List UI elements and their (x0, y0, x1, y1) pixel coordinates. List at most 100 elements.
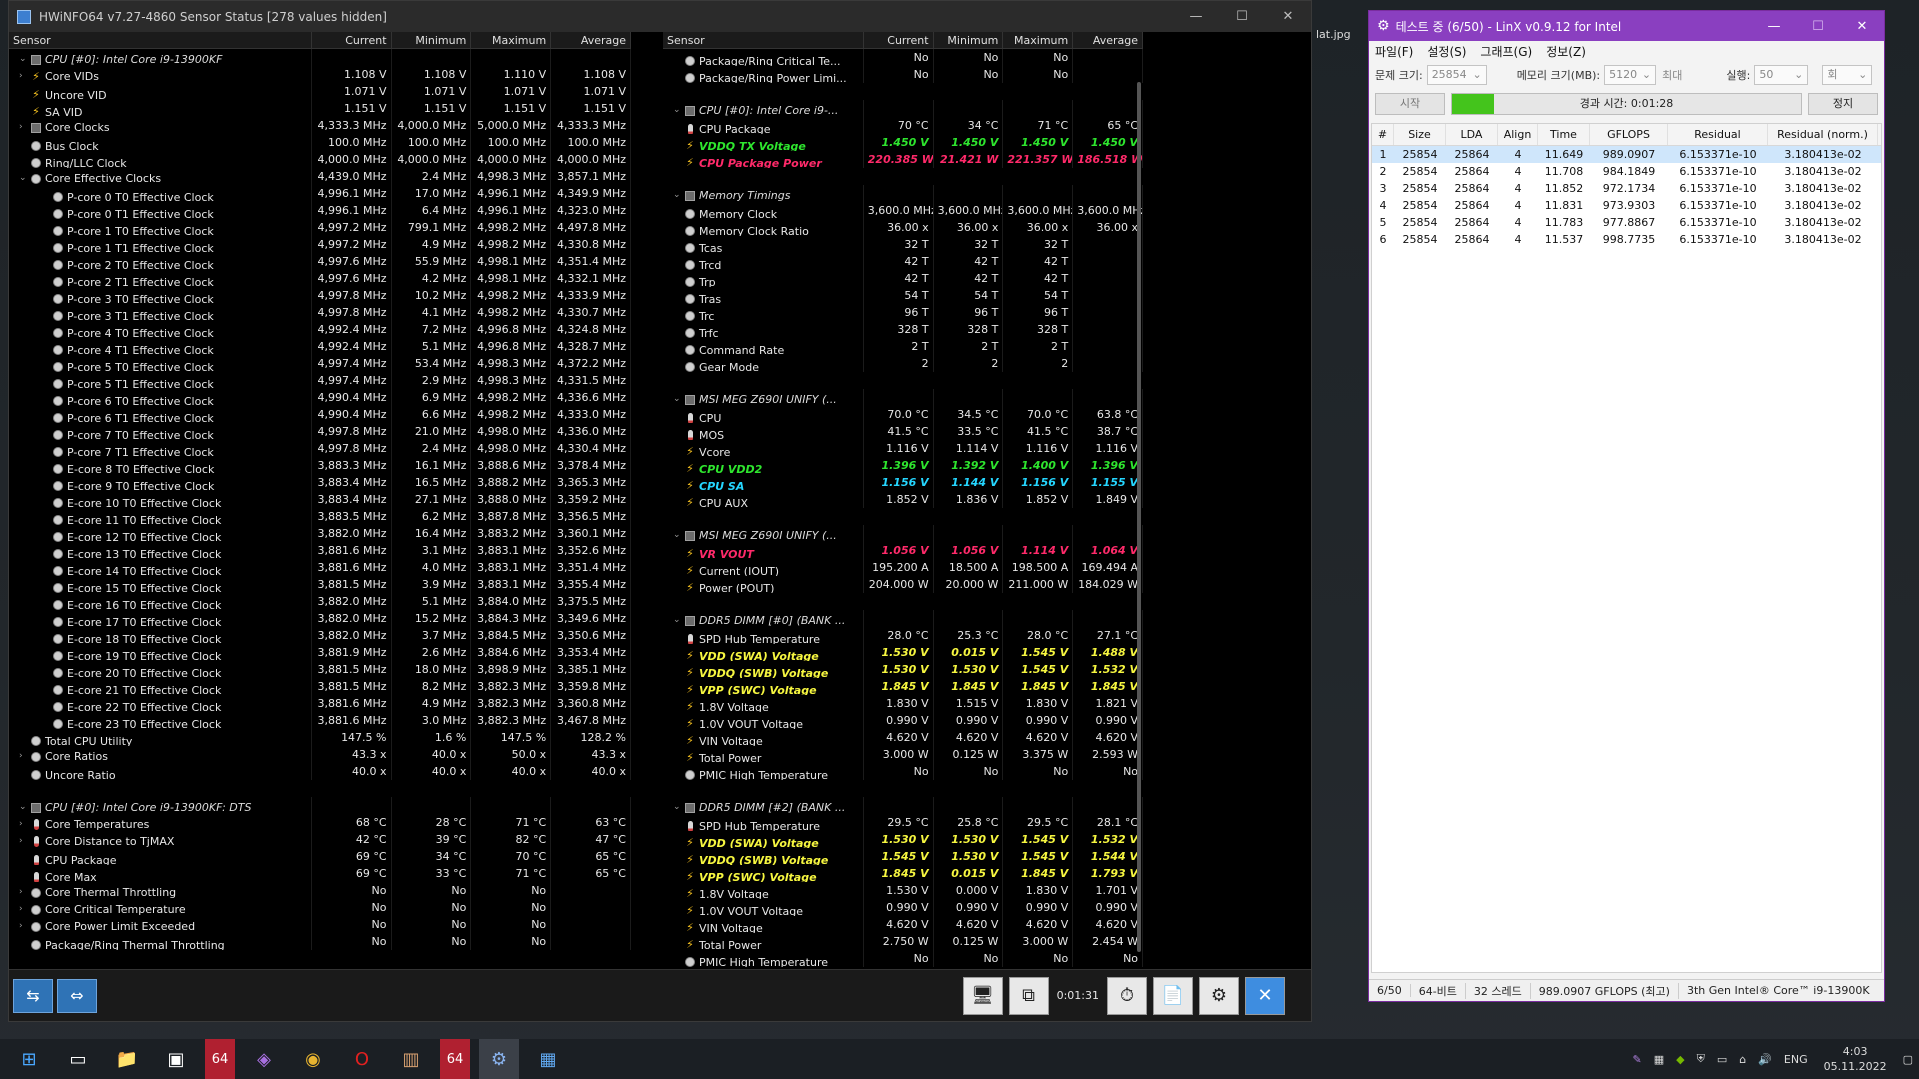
sensor-row[interactable]: P-core 2 T1 Effective Clock 4,997.6 MHz 4.… (9, 270, 631, 287)
linx-taskbar-icon[interactable]: ⚙ (479, 1039, 519, 1079)
sensor-row[interactable]: P-core 7 T0 Effective Clock 4,997.8 MHz 21… (9, 423, 631, 440)
sensor-row[interactable]: Command Rate 2 T2 T2 T (663, 338, 1143, 355)
sensor-row[interactable]: Package/Ring Thermal Throttling No No No (9, 933, 631, 950)
sensor-row[interactable]: P-core 5 T0 Effective Clock 4,997.4 MHz 53… (9, 355, 631, 372)
results-row[interactable]: 4 25854 25864 4 11.831 973.9303 6.153371e-10 3.… (1372, 197, 1881, 214)
col-index[interactable]: # (1372, 124, 1394, 145)
sensor-row[interactable]: › Core Critical Temperature No No No (9, 899, 631, 916)
results-row[interactable]: 5 25854 25864 4 11.783 977.8867 6.153371e-10 3.… (1372, 214, 1881, 231)
sensor-row[interactable]: Memory Clock 3,600.0 MHz 3,600.0 MHz 3,600.… (663, 202, 1143, 219)
menu-file[interactable]: 파일(F) (1375, 43, 1413, 60)
col-minimum[interactable]: Minimum (934, 32, 1004, 48)
sensor-row[interactable]: E-core 16 T0 Effective Clock 3,882.0 MHz 5… (9, 593, 631, 610)
sensor-row[interactable]: ⚡ Current (IOUT) 195.200 A 18.500 A 198.500 … (663, 559, 1143, 576)
sensor-row[interactable]: Trc 96 T 96 T 96 T (663, 304, 1143, 321)
network-icon[interactable]: 🖥 (962, 976, 1003, 1015)
results-row[interactable]: 3 25854 25864 4 11.852 972.1734 6.153371e-10 3.… (1372, 180, 1881, 197)
close-sensors-icon[interactable]: ✕ (1245, 976, 1285, 1015)
menu-info[interactable]: 정보(Z) (1546, 43, 1586, 60)
sensor-row[interactable]: CPU 70.0 °C 34.5 °C 70.0 °C 63.8 °C (663, 406, 1143, 423)
tool-app-icon[interactable]: ▥ (391, 1039, 431, 1079)
sensor-row[interactable]: Uncore Ratio 40.0 x 40.0 x 40.0 x 40.0 x (9, 763, 631, 780)
sensor-pane-right[interactable]: Sensor Current Minimum Maximum Average P… (663, 32, 1143, 968)
clock[interactable]: 4:03 05.11.2022 (1824, 1044, 1887, 1074)
sensor-row[interactable]: › ⚡ Core VIDs 1.108 V 1.108 V 1.110 V 1.108 V (9, 66, 631, 83)
collapse-chevron-icon[interactable]: ⌄ (673, 187, 685, 202)
collapse-chevron-icon[interactable]: ⌄ (673, 527, 685, 542)
sensor-row[interactable]: CPU Package 70 °C 34 °C 71 °C 65 °C (663, 117, 1143, 134)
sensor-row[interactable]: ⚡ VIN Voltage 4.620 V 4.620 V 4.620 V 4.620 V (663, 916, 1143, 933)
sensor-row[interactable]: ⚡ VDDQ TX Voltage 1.450 V 1.450 V 1.450 V 1.4… (663, 134, 1143, 151)
sensor-row[interactable]: ⚡ VDDQ (SWB) Voltage 1.530 V 1.530 V 1.545 V… (663, 661, 1143, 678)
col-lda[interactable]: LDA (1446, 124, 1498, 145)
col-time[interactable]: Time (1538, 124, 1590, 145)
results-row[interactable]: 6 25854 25864 4 11.537 998.7735 6.153371e-10 3.… (1372, 231, 1881, 248)
expand-chevron-icon[interactable]: › (19, 68, 31, 83)
sensor-row[interactable]: ⚡ Uncore VID 1.071 V 1.071 V 1.071 V 1.071 V (9, 83, 631, 100)
collapse-chevron-icon[interactable]: ⌄ (673, 391, 685, 406)
chrome-icon[interactable]: ◉ (293, 1039, 333, 1079)
sensor-row[interactable]: › Core Distance to TjMAX 42 °C 39 °C 82 °C 47… (9, 831, 631, 848)
sensor-group-row[interactable]: ⌄ MSI MEG Z690I UNIFY (... (663, 525, 1143, 542)
sensor-row[interactable]: E-core 8 T0 Effective Clock 3,883.3 MHz 16… (9, 457, 631, 474)
sensor-row[interactable]: Gear Mode 2 2 2 (663, 355, 1143, 372)
sensor-row[interactable]: › Core Clocks 4,333.3 MHz 4,000.0 MHz 5,000.… (9, 117, 631, 134)
linx-minimize-button[interactable]: — (1752, 11, 1796, 42)
sensor-row[interactable]: P-core 2 T0 Effective Clock 4,997.6 MHz 55… (9, 253, 631, 270)
sensor-row[interactable]: ⚡ VIN Voltage 4.620 V 4.620 V 4.620 V 4.620 V (663, 729, 1143, 746)
sensor-row[interactable]: Core Max 69 °C 33 °C 71 °C 65 °C (9, 865, 631, 882)
sensor-row[interactable]: ⚡ 1.8V Voltage 1.830 V 1.515 V 1.830 V 1.821 … (663, 695, 1143, 712)
col-current[interactable]: Current (312, 32, 392, 48)
sensor-row[interactable]: SPD Hub Temperature 29.5 °C 25.8 °C 29.5 °C… (663, 814, 1143, 831)
memory-select[interactable]: 5120 ⌄ (1604, 65, 1657, 85)
col-residual[interactable]: Residual (1668, 124, 1768, 145)
start-icon[interactable]: ⊞ (9, 1039, 49, 1079)
collapse-chevron-icon[interactable]: ⌄ (19, 799, 31, 814)
desktop-file[interactable]: lat.jpg (1316, 28, 1351, 41)
sensor-row[interactable]: ⚡ CPU Package Power 220.385 W 21.421 W 221.3… (663, 151, 1143, 168)
sensor-row[interactable]: Tras 54 T 54 T 54 T (663, 287, 1143, 304)
display-icon[interactable]: ▭ (1717, 1053, 1727, 1066)
sensor-row[interactable]: E-core 17 T0 Effective Clock 3,882.0 MHz 1… (9, 610, 631, 627)
expand-chevron-icon[interactable]: › (19, 119, 31, 134)
sensor-row[interactable]: ⌄ Core Effective Clocks 4,439.0 MHz 2.4 MHz… (9, 168, 631, 185)
expand-chevron-icon[interactable]: › (19, 816, 31, 831)
sensor-row[interactable]: Tcas 32 T 32 T 32 T (663, 236, 1143, 253)
sensor-row[interactable]: ⚡ 1.0V VOUT Voltage 0.990 V 0.990 V 0.990 V0… (663, 712, 1143, 729)
sensor-group-row[interactable]: ⌄ DDR5 DIMM [#2] (BANK ... (663, 797, 1143, 814)
sensor-row[interactable]: ⚡ VR VOUT 1.056 V 1.056 V 1.114 V 1.064 V (663, 542, 1143, 559)
sensor-row[interactable]: Trp 42 T 42 T 42 T (663, 270, 1143, 287)
monitor-app-icon[interactable]: ▣ (156, 1039, 196, 1079)
sensor-row[interactable]: E-core 18 T0 Effective Clock 3,882.0 MHz 3… (9, 627, 631, 644)
sensor-group-row[interactable]: ⌄ CPU [#0]: Intel Core i9-13900KF (9, 49, 631, 66)
close-button[interactable]: ✕ (1265, 1, 1311, 32)
compare-icon[interactable]: ⧉ (1008, 976, 1049, 1015)
sensor-row[interactable]: › Core Thermal Throttling No No No (9, 882, 631, 899)
hwinfo-tray-icon[interactable]: ▦ (1654, 1053, 1664, 1066)
sensor-row[interactable]: Package/Ring Power Limi... No No No (663, 66, 1143, 83)
sensor-row[interactable]: Trcd 42 T 42 T 42 T (663, 253, 1143, 270)
sensor-row[interactable]: E-core 20 T0 Effective Clock 3,881.5 MHz 1… (9, 661, 631, 678)
sensor-group-row[interactable]: ⌄ DDR5 DIMM [#0] (BANK ... (663, 610, 1143, 627)
max-checkbox-label[interactable]: 최대 (1662, 67, 1682, 83)
sensor-row[interactable]: › Core Power Limit Exceeded No No No (9, 916, 631, 933)
col-minimum[interactable]: Minimum (392, 32, 472, 48)
collapse-chevron-icon[interactable]: ⌄ (673, 102, 685, 117)
notification-icon[interactable]: ▢ (1903, 1053, 1913, 1066)
sensor-row[interactable]: E-core 9 T0 Effective Clock 3,883.4 MHz 16… (9, 474, 631, 491)
collapse-chevron-icon[interactable]: ⌄ (673, 612, 685, 627)
opera-icon[interactable]: O (342, 1039, 382, 1079)
sensor-row[interactable]: E-core 21 T0 Effective Clock 3,881.5 MHz 8… (9, 678, 631, 695)
collapse-chevron-icon[interactable]: ⌄ (673, 799, 685, 814)
sensor-row[interactable]: ⚡ VPP (SWC) Voltage 1.845 V 0.015 V 1.845 V1… (663, 865, 1143, 882)
sensor-row[interactable]: ⚡ Total Power 2.750 W 0.125 W 3.000 W 2.454 W (663, 933, 1143, 950)
col-maximum[interactable]: Maximum (1003, 32, 1074, 48)
cpu-app-icon[interactable]: ◈ (244, 1039, 284, 1079)
scrollbar[interactable] (1137, 82, 1141, 952)
sensor-row[interactable]: ⚡ Total Power 3.000 W 0.125 W 3.375 W 2.593 W (663, 746, 1143, 763)
sensor-row[interactable]: E-core 13 T0 Effective Clock 3,881.6 MHz 3… (9, 542, 631, 559)
task-view-icon[interactable]: ▭ (58, 1039, 98, 1079)
sensor-row[interactable]: ⚡ VDDQ (SWB) Voltage 1.545 V 1.530 V 1.545 V… (663, 848, 1143, 865)
linx-maximize-button[interactable]: ☐ (1796, 11, 1840, 42)
col-align[interactable]: Align (1498, 124, 1538, 145)
